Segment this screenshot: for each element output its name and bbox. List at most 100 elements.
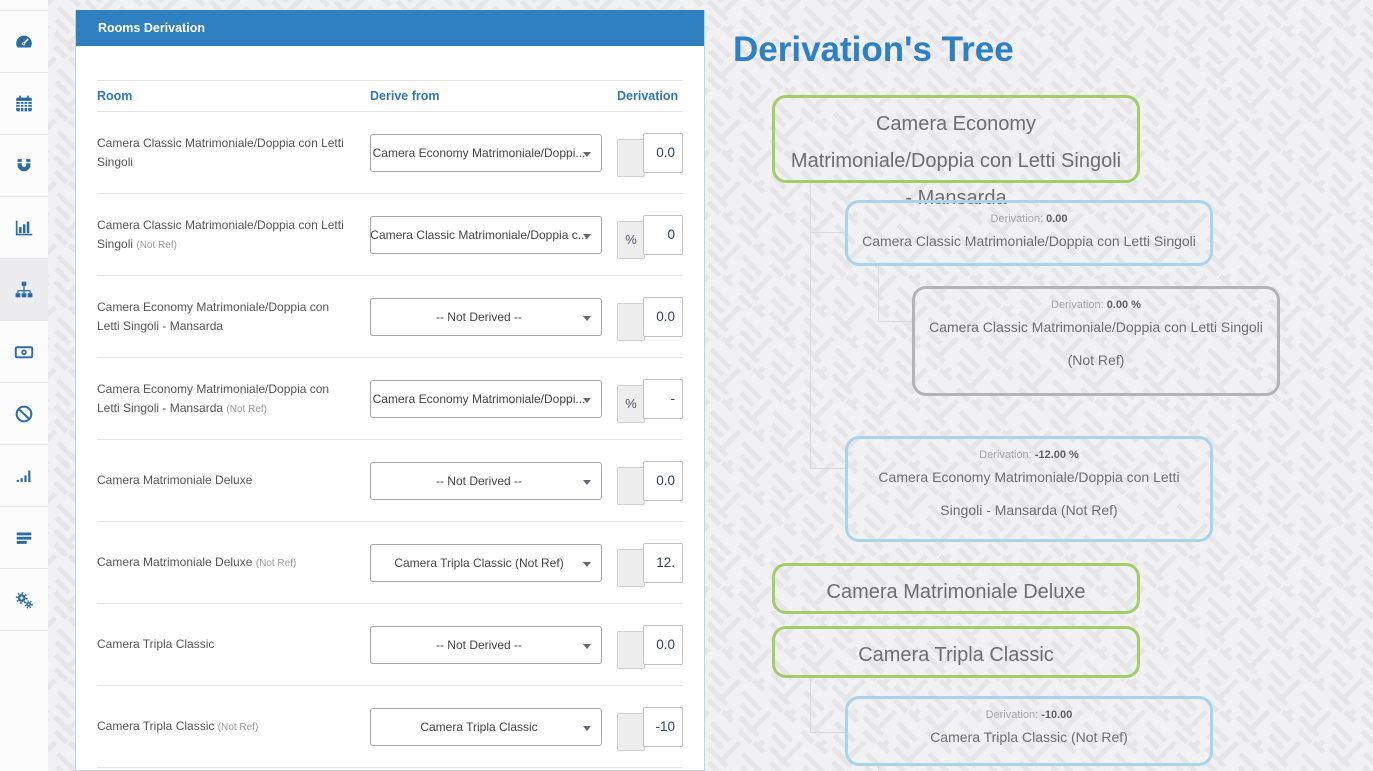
money-icon (14, 345, 34, 358)
rooms-derivation-panel: Rooms Derivation Room Derive from Deriva… (75, 10, 705, 771)
derive-from-select[interactable]: -- Not Derived -- (370, 625, 602, 664)
derivation-label: Derivation: (1051, 299, 1104, 311)
derivation-value: -12.00 % (1034, 449, 1079, 461)
sitemap-icon (15, 281, 33, 297)
panel-title: Rooms Derivation (76, 10, 704, 46)
sidebar-item-magnet[interactable] (0, 135, 48, 197)
tree-connector (810, 183, 811, 469)
table-row: Camera Tripla Classic (Not Ref) Camera T… (97, 686, 683, 768)
room-note: (Not Ref) (226, 403, 267, 415)
derivation-value-input[interactable]: 0 (643, 214, 683, 255)
derivation-unit-addon: % (617, 384, 645, 423)
tree-node: Derivation: 0.00 Camera Classic Matrimon… (845, 200, 1213, 266)
signal-icon (16, 470, 31, 482)
table-row: Camera Matrimoniale Deluxe -- Not Derive… (97, 440, 683, 522)
derive-from-select[interactable]: Camera Tripla Classic (Not Ref) (370, 543, 602, 582)
table-row: Camera Classic Matrimoniale/Doppia con L… (97, 112, 683, 194)
gears-icon (15, 591, 33, 609)
calendar-icon (16, 95, 32, 112)
room-name: Camera Economy Matrimoniale/Doppia con L… (97, 381, 330, 415)
derivation-label: Derivation: (990, 213, 1044, 225)
table-row: Camera Economy Matrimoniale/Doppia con L… (97, 276, 683, 358)
dropdown-caret-icon (583, 397, 591, 403)
derivation-unit-addon (617, 302, 645, 341)
derive-from-select[interactable]: Camera Tripla Classic (370, 707, 602, 746)
derivation-value: -10.00 (1041, 709, 1073, 721)
derivation-value-input[interactable]: 0.0 (643, 132, 683, 173)
derivation-value-input[interactable]: 0.0 (643, 460, 683, 501)
tree-node-name: Camera Tripla Classic (Not Ref) (930, 729, 1128, 745)
room-name: Camera Classic Matrimoniale/Doppia con L… (97, 135, 344, 169)
sidebar-item-rates[interactable] (0, 321, 48, 383)
tree-node: Derivation: 0.00 % Camera Classic Matrim… (912, 286, 1280, 396)
sidebar-item-performance[interactable] (0, 445, 48, 507)
tree-node: Derivation: -10.00 Camera Tripla Classic… (845, 696, 1213, 766)
sidebar-item-settings[interactable] (0, 569, 48, 631)
derivation-label: Derivation: (979, 449, 1032, 461)
tree-node: Camera Economy Matrimoniale/Doppia con L… (772, 95, 1140, 209)
sidebar-item-restrictions[interactable] (0, 383, 48, 445)
room-note: (Not Ref) (136, 239, 177, 251)
dropdown-caret-icon (583, 643, 591, 649)
tree-connector (878, 266, 879, 322)
derivation-value-input[interactable]: 0.0 (643, 624, 683, 665)
tree-connector (811, 732, 845, 733)
dropdown-caret-icon (583, 233, 591, 239)
derivation-value-input[interactable]: -10 (643, 706, 683, 747)
tree-connector (810, 678, 811, 733)
derivation-unit-addon (617, 630, 645, 669)
room-note: (Not Ref) (217, 722, 259, 734)
derivation-label: Derivation: (985, 709, 1039, 721)
table-header: Room Derive from Derivation (97, 80, 683, 112)
derive-from-select[interactable]: Camera Economy Matrimoniale/Doppi... (370, 133, 602, 172)
tree-node-name: Camera Classic Matrimoniale/Doppia con L… (862, 233, 1196, 249)
dropdown-caret-icon (583, 315, 591, 321)
sidebar-item-derivation[interactable] (0, 259, 48, 321)
bar-chart-icon (15, 220, 33, 235)
derivation-value-input[interactable]: - (643, 378, 683, 419)
room-name: Camera Matrimoniale Deluxe (97, 473, 253, 488)
derivation-unit-addon (617, 466, 645, 505)
table-row: Camera Classic Matrimoniale/Doppia con L… (97, 194, 683, 276)
dropdown-caret-icon (583, 561, 591, 567)
sidebar-item-lists[interactable] (0, 507, 48, 569)
sidebar (0, 0, 48, 771)
dropdown-caret-icon (583, 725, 591, 731)
tree-node: Derivation: -12.00 % Camera Economy Matr… (845, 436, 1213, 542)
magnet-icon (17, 158, 31, 171)
tree-node-name: Camera Tripla Classic (858, 644, 1054, 666)
room-name: Camera Tripla Classic (97, 719, 215, 734)
tree-node-name: Camera Economy Matrimoniale/Doppia con L… (878, 469, 1180, 518)
derive-from-select[interactable]: Camera Economy Matrimoniale/Doppi... (370, 379, 602, 418)
derive-from-select[interactable]: -- Not Derived -- (370, 461, 602, 500)
room-name: Camera Classic Matrimoniale/Doppia con L… (97, 217, 344, 251)
table-row: Camera Tripla Classic -- Not Derived -- … (97, 604, 683, 686)
tree-node-name: Camera Classic Matrimoniale/Doppia con L… (929, 319, 1263, 368)
dropdown-caret-icon (583, 151, 591, 157)
tree-connector (878, 766, 879, 771)
table-row: Camera Economy Matrimoniale/Doppia con L… (97, 358, 683, 440)
tree-node-name: Camera Matrimoniale Deluxe (826, 581, 1086, 603)
list-icon (16, 532, 32, 544)
tree-connector (811, 468, 845, 469)
sidebar-item-dashboard[interactable] (0, 11, 48, 73)
derivation-unit-addon (617, 712, 645, 751)
derivation-value-input[interactable]: 12. (643, 542, 683, 583)
tree-node: Camera Tripla Classic (772, 626, 1140, 678)
tree-node: Camera Matrimoniale Deluxe (772, 563, 1140, 614)
tree-connector (879, 321, 912, 322)
sidebar-item-calendar[interactable] (0, 73, 48, 135)
room-name: Camera Matrimoniale Deluxe (97, 555, 253, 570)
derivation-value: 0.00 (1046, 213, 1068, 225)
room-note: (Not Ref) (255, 558, 297, 570)
derive-from-select[interactable]: -- Not Derived -- (370, 297, 602, 336)
sidebar-item-statistics[interactable] (0, 197, 48, 259)
derivation-unit-addon (617, 548, 645, 587)
derive-from-select[interactable]: Camera Classic Matrimoniale/Doppia c... (370, 215, 602, 254)
dropdown-caret-icon (583, 479, 591, 485)
dashboard-icon (16, 35, 32, 47)
derivation-value: 0.00 % (1106, 299, 1141, 311)
column-header-derivation: Derivation (617, 89, 679, 103)
derivation-value-input[interactable]: 0.0 (643, 296, 683, 337)
derivation-unit-addon: % (617, 220, 645, 259)
